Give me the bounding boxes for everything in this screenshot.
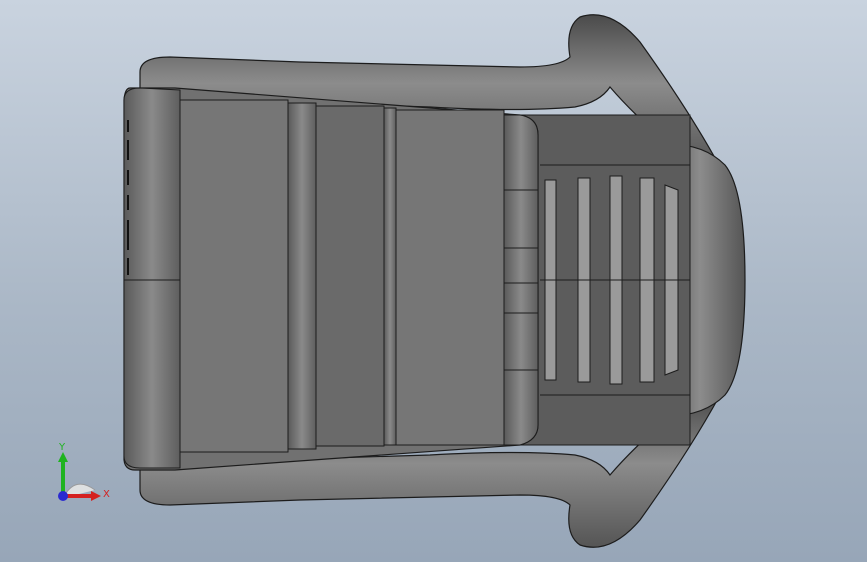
coordinate-triad: Y X [45, 440, 115, 510]
triad-z-axis [58, 491, 68, 501]
seat-right-edge [503, 114, 539, 446]
seat-left-edge [123, 87, 181, 469]
triad-x-label: X [103, 489, 110, 500]
triad-y-label: Y [59, 442, 66, 453]
seat-panel-middle [315, 105, 385, 447]
graphics-viewport[interactable]: Y X [0, 0, 867, 562]
seat-channel-2 [383, 107, 397, 446]
seat-panel-left [179, 99, 289, 453]
seat-channel [287, 102, 317, 450]
seat-panel-right [395, 109, 505, 446]
seat-model[interactable] [0, 0, 867, 562]
